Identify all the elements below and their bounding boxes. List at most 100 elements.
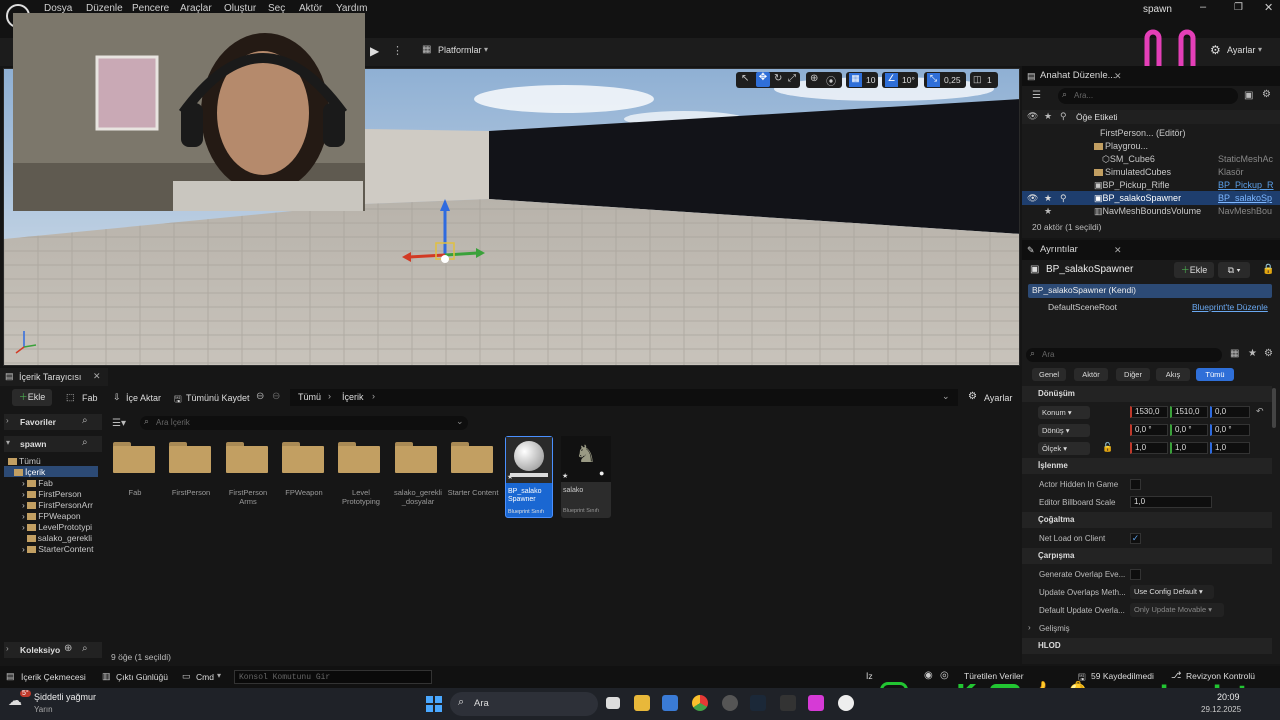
tree-item-levelprototyping[interactable]: › LevelPrototypi: [22, 522, 92, 532]
move-tool-icon[interactable]: ✥: [756, 72, 770, 87]
task-view-icon[interactable]: [606, 697, 620, 709]
import-button[interactable]: İçe Aktar: [126, 393, 161, 403]
billboard-scale-field[interactable]: 1,0: [1130, 496, 1212, 508]
tree-row[interactable]: FirstPerson... (Editör): [1100, 128, 1186, 138]
star-icon[interactable]: ★: [1248, 348, 1257, 359]
tree-item-fpweapon[interactable]: › FPWeapon: [22, 511, 81, 521]
details-scrollbar[interactable]: [1272, 388, 1276, 428]
tree-row[interactable]: ⬡ SM_Cube6: [1102, 154, 1155, 165]
maximize-icon[interactable]: ❐: [1234, 2, 1243, 13]
breadcrumb-all[interactable]: Tümü: [298, 392, 321, 402]
clock-date[interactable]: 29.12.2025: [1201, 705, 1241, 714]
default-update-dropdown[interactable]: Only Update Movable ▾: [1130, 603, 1224, 617]
world-space-icon[interactable]: ⊕: [810, 73, 818, 84]
self-component-row[interactable]: BP_salakoSpawner (Kendi): [1028, 284, 1272, 298]
rendering-section[interactable]: İşlenme: [1022, 458, 1272, 474]
filter-streaming[interactable]: Akış: [1156, 368, 1190, 381]
breadcrumb-content[interactable]: İçerik: [342, 392, 364, 402]
reset-icon[interactable]: ↶: [1256, 406, 1264, 417]
filter-actor[interactable]: Aktör: [1074, 368, 1108, 381]
content-browser-tab[interactable]: ▤ İçerik Tarayıcısı ✕: [0, 368, 108, 386]
update-overlaps-dropdown[interactable]: Use Config Default ▾: [1130, 585, 1214, 599]
asset-search-input[interactable]: ⌕ Ara İçerik ⌄: [140, 416, 468, 430]
folder-tile[interactable]: [169, 442, 211, 473]
collision-section[interactable]: Çarpışma: [1022, 548, 1272, 564]
rotation-x[interactable]: 0,0 °: [1130, 424, 1168, 436]
add-button[interactable]: ＋Ekle: [12, 389, 52, 406]
hlod-section[interactable]: HLOD: [1022, 638, 1272, 654]
star-icon[interactable]: ★: [562, 472, 568, 480]
chevron-down-icon[interactable]: ▾: [217, 671, 221, 680]
collections-header[interactable]: › Koleksiyo ⊕ ⌕: [4, 642, 102, 658]
details-tab[interactable]: ✎ Ayrıntılar ✕: [1022, 240, 1280, 260]
rotation-snap-value[interactable]: 10°: [902, 75, 915, 85]
asset-tile[interactable]: ♞ ★ ● salako Blueprint Sınıfı: [561, 436, 611, 518]
edit-blueprint-link[interactable]: Blueprint'te Düzenle: [1192, 302, 1268, 312]
app-icon[interactable]: [722, 695, 738, 711]
chevron-right-icon[interactable]: ›: [372, 391, 375, 401]
folder-tile[interactable]: [113, 442, 155, 473]
surface-snap-icon[interactable]: ⦿: [826, 73, 836, 88]
location-mode-dropdown[interactable]: Konum ▾: [1038, 406, 1090, 419]
folder-tile[interactable]: [282, 442, 324, 473]
filter-icon[interactable]: ☰: [1032, 90, 1041, 101]
folder-tile[interactable]: [395, 442, 437, 473]
favorites-header[interactable]: › Favoriler ⌕: [4, 414, 102, 430]
folder-add-icon[interactable]: ▣: [1244, 90, 1253, 101]
scale-y[interactable]: 1,0: [1170, 442, 1208, 454]
location-z[interactable]: 0,0: [1210, 406, 1250, 418]
lock-icon[interactable]: 🔒: [1262, 264, 1274, 275]
app-icon[interactable]: [808, 695, 824, 711]
weather-text[interactable]: Şiddetli yağmur: [34, 692, 96, 702]
asset-tile-selected[interactable]: ★ BP_salako Spawner Blueprint Sınıfı: [505, 436, 553, 518]
item-label-header[interactable]: Öğe Etiketi: [1076, 112, 1118, 122]
weather-widget[interactable]: ☁ 5°: [8, 690, 31, 714]
rotation-mode-dropdown[interactable]: Dönüş ▾: [1038, 424, 1090, 437]
minimize-icon[interactable]: –: [1200, 1, 1206, 13]
windows-start-icon[interactable]: [426, 696, 442, 712]
trace-button[interactable]: İz: [866, 671, 873, 681]
tree-item-content[interactable]: İçerik: [14, 467, 45, 477]
tree-row[interactable]: Playgrou...: [1094, 141, 1148, 151]
chevron-right-icon[interactable]: ›: [328, 391, 331, 401]
scale-z[interactable]: 1,0: [1210, 442, 1250, 454]
tree-item-startercontent[interactable]: › StarterContent: [22, 544, 93, 554]
grid-view-icon[interactable]: ▦: [1230, 348, 1239, 359]
content-settings-button[interactable]: Ayarlar: [984, 393, 1012, 403]
scene-root-component[interactable]: DefaultSceneRoot: [1048, 302, 1117, 312]
scale-x[interactable]: 1,0: [1130, 442, 1168, 454]
gear-icon[interactable]: ⚙: [1264, 348, 1273, 359]
star-icon[interactable]: ★: [507, 473, 513, 481]
content-drawer-button[interactable]: İçerik Çekmecesi: [21, 672, 86, 682]
clock-time[interactable]: 20:09: [1217, 692, 1240, 702]
search-icon[interactable]: ⌕: [82, 437, 88, 448]
close-tab-icon[interactable]: ✕: [93, 371, 101, 382]
add-collection-icon[interactable]: ⊕: [64, 643, 72, 654]
filter-general[interactable]: Genel: [1032, 368, 1066, 381]
camera-icon[interactable]: ◫: [973, 74, 982, 85]
gear-icon[interactable]: ⚙: [1262, 89, 1271, 100]
forward-icon[interactable]: ⊖: [272, 391, 280, 402]
visibility-icon[interactable]: 👁: [1027, 193, 1038, 204]
outliner-tab[interactable]: ▤ Anahat Düzenle... ✕: [1022, 66, 1280, 86]
pin-icon[interactable]: ⚲: [1060, 193, 1067, 204]
chevron-down-icon[interactable]: ⌄: [456, 416, 464, 427]
unreal-engine-icon[interactable]: [838, 695, 854, 711]
tree-row[interactable]: ▣ BP_Pickup_Rifle: [1094, 180, 1170, 191]
tree-row-type-link[interactable]: BP_Pickup_R: [1218, 180, 1274, 190]
file-explorer-icon[interactable]: [634, 695, 650, 711]
close-tab-icon[interactable]: ✕: [1114, 66, 1122, 86]
add-component-button[interactable]: ＋Ekle: [1174, 262, 1214, 278]
folder-tile[interactable]: [451, 442, 493, 473]
play-icon[interactable]: ▶: [370, 44, 379, 58]
tree-item-salako[interactable]: salako_gerekli: [22, 533, 92, 543]
folder-tile[interactable]: [226, 442, 268, 473]
chevron-down-icon[interactable]: ⌄: [942, 391, 950, 402]
close-tab-icon[interactable]: ✕: [1114, 240, 1122, 260]
scale-snap-value[interactable]: 0,25: [944, 75, 961, 85]
tree-row-type-link[interactable]: BP_salakoSp: [1218, 193, 1272, 203]
console-input[interactable]: Konsol Komutunu Gir: [234, 670, 432, 684]
scale-tool-icon[interactable]: ⤢: [788, 73, 796, 84]
transform-section[interactable]: Dönüşüm: [1022, 386, 1272, 402]
filter-other[interactable]: Diğer: [1116, 368, 1150, 381]
